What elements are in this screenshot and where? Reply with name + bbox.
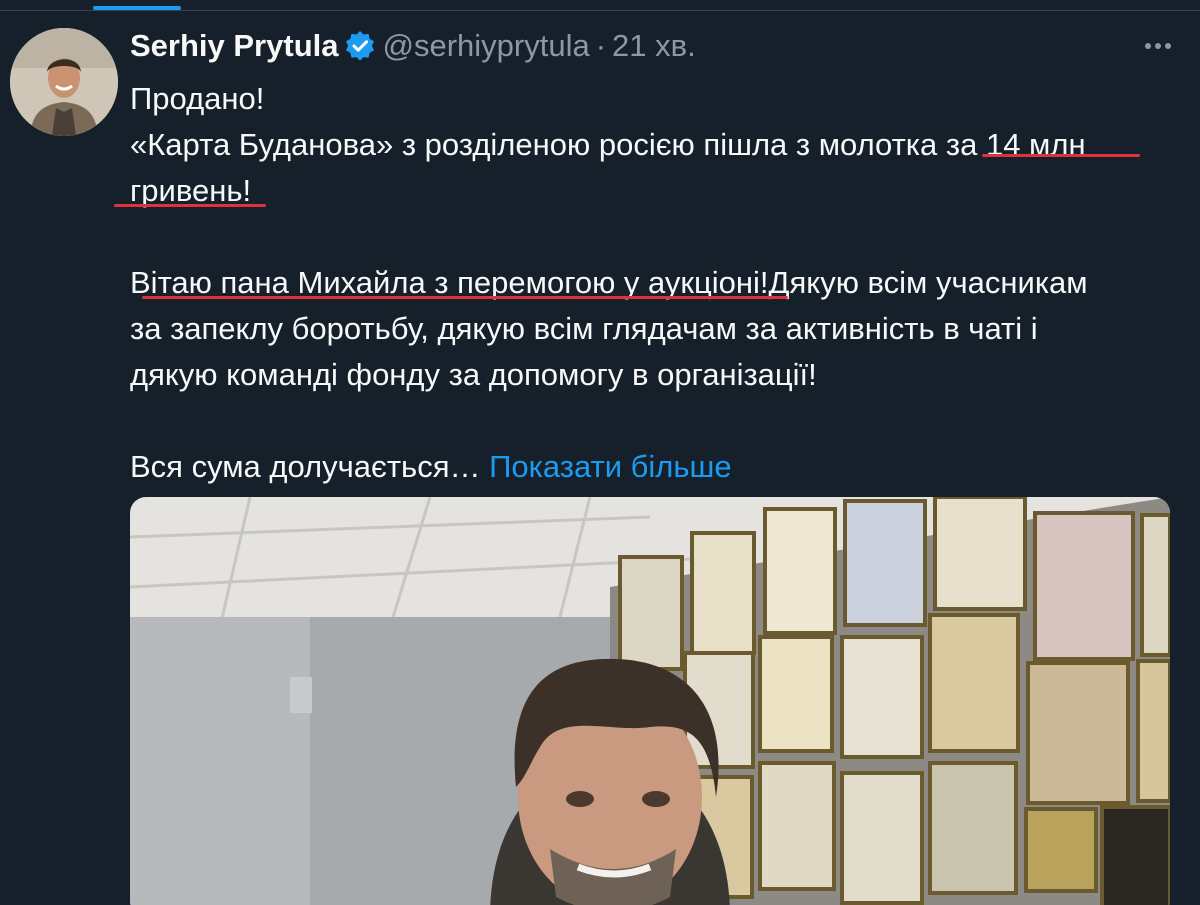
author-name[interactable]: Serhiy Prytula bbox=[130, 28, 338, 64]
show-more-link[interactable]: Показати більше bbox=[489, 449, 732, 484]
tweet-line-7: Вся сума долучається… Показати більше bbox=[130, 444, 1180, 490]
tweet-line-1: Продано! bbox=[130, 81, 265, 116]
tweet-truncated-text: Вся сума долучається… bbox=[130, 449, 481, 484]
avatar-image bbox=[10, 28, 118, 136]
top-divider bbox=[0, 10, 1200, 11]
active-tab-indicator bbox=[93, 6, 181, 10]
photo-illustration bbox=[130, 497, 1170, 905]
verified-badge-icon[interactable] bbox=[344, 30, 376, 62]
header-separator: · bbox=[595, 28, 607, 63]
avatar[interactable] bbox=[10, 28, 118, 136]
tweet-line-3: гривень! bbox=[130, 173, 252, 208]
author-handle[interactable]: @serhiyprytula bbox=[382, 28, 589, 64]
tweet-media-photo[interactable] bbox=[130, 497, 1170, 905]
tweet-text: Продано! «Карта Буданова» з розділеною р… bbox=[130, 76, 1180, 490]
tweet-line-5: за запеклу боротьбу, дякую всім глядачам… bbox=[130, 311, 1038, 346]
tweet-timestamp[interactable]: 21 хв. bbox=[612, 28, 696, 64]
annotation-underline bbox=[982, 154, 1140, 157]
annotation-underline bbox=[114, 204, 266, 207]
tweet-header: Serhiy Prytula @serhiyprytula · 21 хв. bbox=[130, 24, 696, 68]
tweet-line-6: дякую команді фонду за допомогу в органі… bbox=[130, 357, 817, 392]
annotation-underline bbox=[142, 296, 788, 299]
tweet-page: Serhiy Prytula @serhiyprytula · 21 хв. П… bbox=[0, 0, 1200, 905]
tweet-line-4: Вітаю пана Михайла з перемогою у аукціон… bbox=[130, 265, 1088, 300]
tweet-line-2: «Карта Буданова» з розділеною росією піш… bbox=[130, 127, 1086, 162]
more-icon[interactable] bbox=[1138, 30, 1178, 62]
